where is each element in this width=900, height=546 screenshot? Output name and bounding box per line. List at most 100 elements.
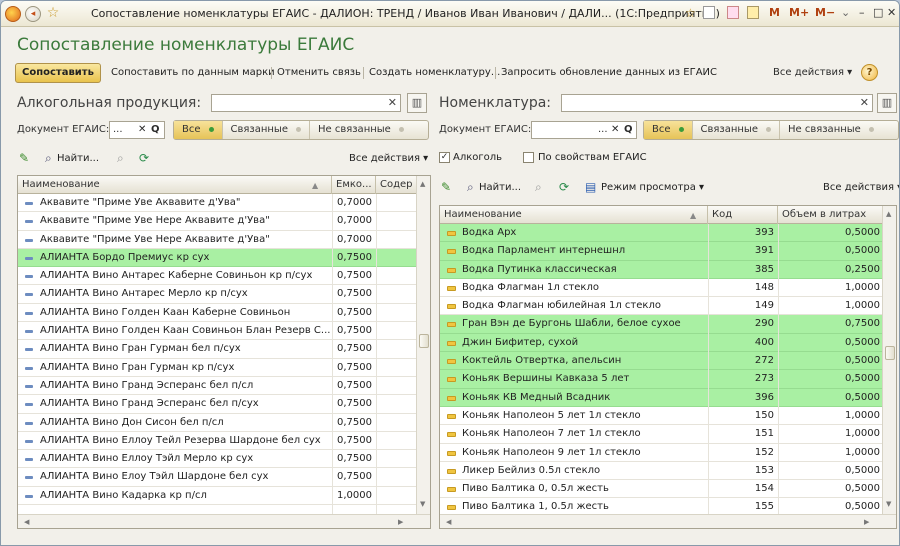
- find-button[interactable]: Найти...: [479, 182, 521, 193]
- refresh-icon[interactable]: ⟳: [559, 180, 569, 194]
- favorites-icon[interactable]: ☆: [685, 6, 696, 20]
- column-volume[interactable]: Объем в литрах: [778, 206, 884, 224]
- filter-linked[interactable]: Связанные: [223, 121, 310, 139]
- table-row[interactable]: Водка Арх 393 0,5000: [440, 224, 884, 243]
- table-row[interactable]: АЛИАНТА Вино Голден Каан Каберне Совиньо…: [18, 304, 418, 323]
- egais-doc-input-right[interactable]: ... ✕ Q: [531, 121, 637, 139]
- scroll-left-icon[interactable]: ◀: [446, 518, 451, 526]
- memory-plus-button[interactable]: M+: [789, 6, 809, 19]
- table-row[interactable]: АЛИАНТА Бордо Премиус кр сух 0,7500: [18, 248, 418, 268]
- table-row[interactable]: Водка Флагман юбилейная 1л стекло 149 1,00…: [440, 297, 884, 316]
- picture-icon[interactable]: ▥: [407, 93, 427, 113]
- table-row[interactable]: Коньяк Наполеон 9 лет 1л стекло 152 1,0000: [440, 444, 884, 462]
- egais-doc-input[interactable]: ... ✕ Q: [109, 121, 165, 139]
- scroll-left-icon[interactable]: ◀: [24, 518, 29, 526]
- column-content[interactable]: Содер: [376, 176, 418, 194]
- menu-dropdown-icon[interactable]: ⌄: [841, 6, 850, 19]
- maximize-icon[interactable]: □: [873, 6, 883, 19]
- alcohol-table[interactable]: Наименование ▲ Емко... Содер Аквавите "П…: [17, 175, 431, 529]
- right-horizontal-scrollbar[interactable]: ◀ ▶: [440, 514, 896, 528]
- favorite-star-icon[interactable]: ☆: [45, 6, 61, 22]
- alcohol-search-input[interactable]: ✕: [211, 94, 401, 112]
- memory-minus-button[interactable]: M−: [815, 6, 835, 19]
- table-row[interactable]: Ликер Бейлиз 0.5л стекло 153 0,5000: [440, 462, 884, 481]
- clear-icon[interactable]: ✕: [860, 96, 869, 109]
- table-row[interactable]: АЛИАНТА Вино Еллоу Тэйл Мерло кр сух 0,75…: [18, 450, 418, 469]
- find-button[interactable]: Найти...: [57, 153, 99, 164]
- left-vertical-scrollbar[interactable]: ▲ ▼: [416, 176, 430, 514]
- table-row[interactable]: Аквавите "Приме Уве Аквавите д'Ува" 0,700…: [18, 194, 418, 213]
- left-all-actions-menu[interactable]: Все действия ▾: [349, 153, 428, 164]
- view-mode-menu[interactable]: Режим просмотра ▾: [601, 182, 704, 193]
- egais-props-checkbox[interactable]: [523, 152, 534, 163]
- search-icon[interactable]: Q: [624, 122, 633, 138]
- request-update-button[interactable]: Запросить обновление данных из ЕГАИС: [501, 67, 717, 78]
- history-icon[interactable]: [703, 6, 715, 19]
- left-horizontal-scrollbar[interactable]: ◀ ▶: [18, 514, 430, 528]
- scroll-down-icon[interactable]: ▼: [420, 500, 425, 508]
- find-icon[interactable]: ⌕: [467, 180, 474, 195]
- table-row[interactable]: АЛИАНТА Вино Дон Сисон бел п/сл 0,7500: [18, 414, 418, 432]
- match-button[interactable]: Сопоставить: [15, 63, 101, 83]
- find-icon[interactable]: ⌕: [45, 151, 52, 166]
- filter-unlinked[interactable]: Не связанные: [780, 121, 882, 139]
- table-row[interactable]: АЛИАНТА Вино Антарес Мерло кр п/сух 0,750…: [18, 285, 418, 304]
- scroll-down-icon[interactable]: ▼: [886, 500, 891, 508]
- table-row[interactable]: АЛИАНТА Вино Кадарка кр п/сл 1,0000: [18, 487, 418, 506]
- search-icon[interactable]: Q: [151, 122, 160, 138]
- view-mode-icon[interactable]: ▤: [585, 180, 596, 194]
- table-row[interactable]: Коньяк Наполеон 7 лет 1л стекло 151 1,0000: [440, 425, 884, 444]
- nomenclature-search-input[interactable]: ✕: [561, 94, 873, 112]
- table-row[interactable]: Пиво Балтика 0, 0.5л жесть 154 0,5000: [440, 480, 884, 499]
- filter-linked[interactable]: Связанные: [693, 121, 780, 139]
- picture-icon[interactable]: ▥: [877, 93, 897, 113]
- column-name[interactable]: Наименование: [440, 206, 708, 224]
- table-row[interactable]: Водка Путинка классическая 385 0,2500: [440, 260, 884, 279]
- column-capacity[interactable]: Емко...: [332, 176, 376, 194]
- back-arrow-icon[interactable]: ◂: [25, 6, 41, 22]
- alcohol-checkbox[interactable]: ✓: [439, 152, 450, 163]
- table-row[interactable]: Коньяк Вершины Кавказа 5 лет 273 0,5000: [440, 370, 884, 389]
- table-row[interactable]: Водка Парламент интернешнл 391 0,5000: [440, 242, 884, 261]
- help-icon[interactable]: ?: [861, 64, 878, 81]
- scroll-up-icon[interactable]: ▲: [886, 210, 891, 218]
- table-row[interactable]: АЛИАНТА Вино Гранд Эсперанс бел п/сл 0,75…: [18, 377, 418, 396]
- column-code[interactable]: Код: [708, 206, 778, 224]
- close-icon[interactable]: ✕: [887, 6, 896, 19]
- table-row[interactable]: Джин Бифитер, сухой 400 0,5000: [440, 333, 884, 353]
- create-nomenclature-button[interactable]: Создать номенклатуру...: [369, 67, 500, 78]
- table-row[interactable]: АЛИАНТА Вино Гран Гурман кр п/сух 0,7500: [18, 359, 418, 377]
- table-row[interactable]: АЛИАНТА Вино Еллоу Тейл Резерва Шардоне …: [18, 432, 418, 451]
- scroll-right-icon[interactable]: ▶: [864, 518, 869, 526]
- table-row[interactable]: Аквавите "Приме Уве Нере Аквавите д'Ува"…: [18, 231, 418, 249]
- table-row[interactable]: Коктейль Отвертка, апельсин 272 0,5000: [440, 352, 884, 371]
- app-logo-icon[interactable]: [5, 6, 21, 22]
- match-by-mark-button[interactable]: Сопоставить по данным марки: [111, 67, 275, 78]
- minimize-icon[interactable]: –: [859, 6, 865, 19]
- table-row[interactable]: Аквавите "Приме Уве Нере Аквавите д'Ува"…: [18, 212, 418, 231]
- right-all-actions-menu[interactable]: Все действия ▾: [823, 182, 899, 193]
- right-vertical-scrollbar[interactable]: ▲ ▼: [882, 206, 896, 514]
- memory-m-button[interactable]: M: [769, 6, 780, 19]
- table-row[interactable]: Коньяк Наполеон 5 лет 1л стекло 150 1,0000: [440, 407, 884, 426]
- table-row[interactable]: АЛИАНТА Вино Голден Каан Совиньон Блан Р…: [18, 322, 418, 341]
- refresh-icon[interactable]: ⟳: [139, 151, 149, 165]
- table-row[interactable]: АЛИАНТА Вино Гранд Эсперанс бел п/сух 0,7…: [18, 395, 418, 414]
- nomenclature-table[interactable]: Наименование ▲ Код Объем в литрах Водка …: [439, 205, 897, 529]
- cancel-search-icon[interactable]: ⌕: [535, 180, 542, 195]
- clear-icon[interactable]: ✕: [138, 122, 146, 138]
- clear-icon[interactable]: ✕: [611, 122, 619, 138]
- clear-icon[interactable]: ✕: [388, 96, 397, 109]
- edit-pencil-icon[interactable]: ✎: [441, 180, 451, 194]
- scroll-right-icon[interactable]: ▶: [398, 518, 403, 526]
- column-name[interactable]: Наименование: [18, 176, 332, 194]
- scroll-thumb[interactable]: [419, 334, 429, 348]
- table-row[interactable]: АЛИАНТА Вино Елоу Тэйл Шардоне бел сух 0,…: [18, 468, 418, 487]
- all-actions-menu[interactable]: Все действия ▾: [773, 67, 852, 78]
- edit-pencil-icon[interactable]: ✎: [19, 151, 29, 165]
- scroll-up-icon[interactable]: ▲: [420, 180, 425, 188]
- filter-unlinked[interactable]: Не связанные: [310, 121, 412, 139]
- table-row[interactable]: Гран Вэн де Бургонь Шабли, белое сухое 29…: [440, 315, 884, 334]
- cancel-search-icon[interactable]: ⌕: [117, 151, 124, 166]
- filter-all[interactable]: Все: [174, 121, 223, 139]
